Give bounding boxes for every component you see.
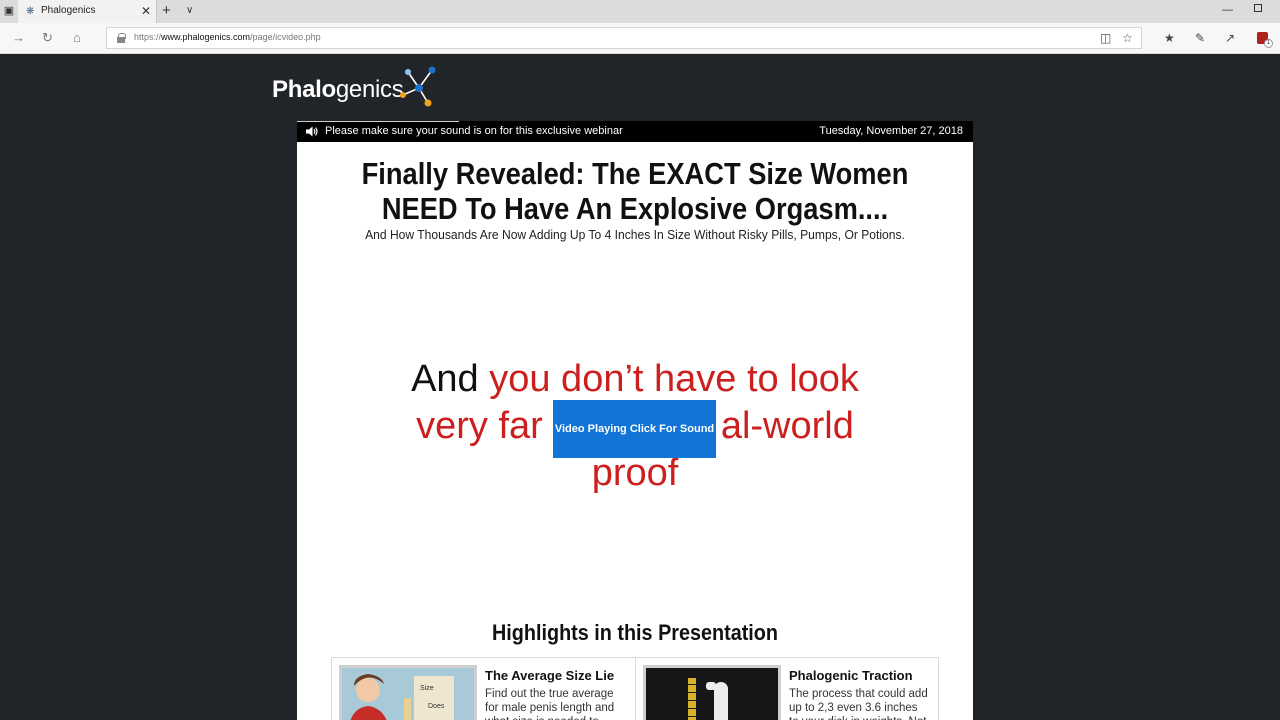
- webinar-date: Tuesday, November 27, 2018: [819, 125, 963, 137]
- main-content: Finally Revealed: The EXACT Size Women N…: [297, 142, 973, 720]
- home-icon[interactable]: ⌂: [73, 30, 81, 46]
- woman-with-ruler-image: Size Does Matter: [342, 668, 474, 720]
- video-player[interactable]: And you don’t have to look very far al-wo…: [297, 352, 973, 502]
- highlight-card-average-size[interactable]: Size Does Matter The Average Size Lie Fi…: [332, 658, 635, 720]
- logo-text-bold: Phalo: [272, 76, 336, 103]
- highlights-title: Highlights in this Presentation: [491, 620, 779, 645]
- webinar-top-bar: Please make sure your sound is on for th…: [297, 121, 973, 142]
- tab-list-icon[interactable]: ∨: [186, 3, 193, 19]
- card-thumbnail-image: Size Does Matter: [339, 665, 477, 720]
- url-scheme: https://: [134, 32, 162, 42]
- restore-icon[interactable]: [1254, 4, 1262, 12]
- click-for-sound-button[interactable]: Video Playing Click For Sound: [553, 400, 716, 458]
- svg-text:Does: Does: [428, 703, 445, 710]
- tab-bar: ▣ ❋ Phalogenics ✕ + ∨ —: [0, 0, 1280, 23]
- card-title: Phalogenic Traction: [789, 668, 913, 683]
- phalogenics-favicon: ❋: [26, 6, 35, 17]
- speaker-icon: [306, 126, 318, 137]
- url-text[interactable]: https://www.phalogenics.com/page/icvideo…: [134, 32, 321, 42]
- favorite-star-icon[interactable]: ☆: [1122, 31, 1133, 45]
- share-icon[interactable]: ↗: [1225, 30, 1235, 46]
- highlights-cards: Size Does Matter The Average Size Lie Fi…: [331, 657, 939, 720]
- reading-view-icon[interactable]: ◫: [1100, 31, 1111, 45]
- svg-text:Size: Size: [420, 685, 434, 692]
- card-thumbnail-image: [643, 665, 781, 720]
- navigation-bar: → ↻ ⌂ https://www.phalogenics.com/page/i…: [0, 23, 1280, 54]
- minimize-icon[interactable]: —: [1222, 2, 1233, 18]
- url-host: www.phalogenics.com: [161, 32, 251, 42]
- card-text: Find out the true average for male penis…: [485, 688, 615, 720]
- caption-plain-text: And: [411, 358, 490, 400]
- card-title: The Average Size Lie: [485, 668, 615, 683]
- lock-icon: [117, 33, 126, 43]
- caption-line2-left: very far: [416, 405, 543, 447]
- highlight-card-traction[interactable]: Phalogenic Traction The process that cou…: [636, 658, 939, 720]
- new-tab-icon[interactable]: +: [162, 2, 171, 20]
- pen-icon[interactable]: ✎: [1195, 30, 1205, 46]
- progress-line: [297, 121, 459, 122]
- refresh-icon[interactable]: ↻: [42, 30, 53, 46]
- video-caption-line-1: And you don’t have to look: [297, 356, 973, 403]
- close-icon[interactable]: ✕: [141, 3, 151, 19]
- caption-line2-right: al-world: [720, 405, 854, 447]
- page-headline: Finally Revealed: The EXACT Size Women N…: [361, 156, 909, 226]
- page-subheadline: And How Thousands Are Now Adding Up To 4…: [365, 227, 905, 242]
- back-icon[interactable]: →: [12, 30, 25, 46]
- logo-text: Phalogenics: [272, 76, 404, 104]
- measuring-tape-image: [646, 668, 778, 720]
- tab-title: Phalogenics: [41, 5, 96, 16]
- molecule-logo-icon: [400, 66, 436, 107]
- caption-red-text: you don’t have to look: [489, 358, 859, 400]
- extension-count-badge: 1: [1264, 39, 1273, 48]
- tab-preview-icon[interactable]: ▣: [0, 0, 18, 23]
- sound-notice: Please make sure your sound is on for th…: [325, 125, 623, 137]
- url-path: /page/icvideo.php: [250, 32, 321, 42]
- browser-tab[interactable]: ❋ Phalogenics ✕: [18, 0, 157, 23]
- favorites-hub-icon[interactable]: ★: [1164, 30, 1175, 46]
- phalogenics-logo[interactable]: Phalogenics: [272, 66, 447, 110]
- card-text: The process that could add up to 2,3 eve…: [789, 688, 928, 720]
- address-bar[interactable]: https://www.phalogenics.com/page/icvideo…: [106, 27, 1142, 49]
